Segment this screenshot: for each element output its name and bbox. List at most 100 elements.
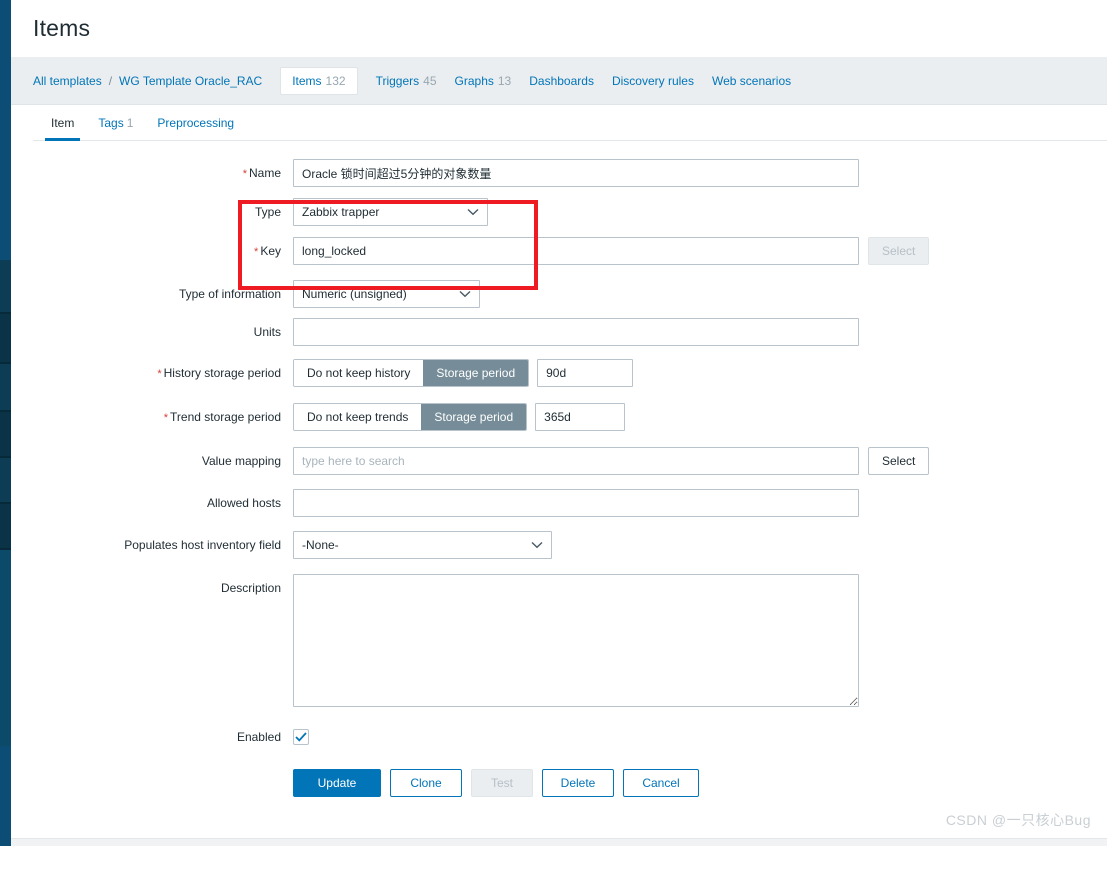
watermark: CSDN @一只核心Bug: [945, 812, 1091, 828]
breadcrumb: All templates / WG Template Oracle_RAC I…: [11, 57, 1107, 105]
check-icon: [295, 732, 307, 742]
form-row-name: * Name: [33, 159, 1107, 188]
enabled-checkbox[interactable]: [293, 729, 309, 745]
form-row-populates-host-inventory-field: Populates host inventory field -None-: [33, 531, 1107, 559]
tab-label: Tags: [98, 116, 124, 130]
history-option-storage-period[interactable]: Storage period: [423, 360, 529, 386]
type-of-information-select[interactable]: Numeric (unsigned): [293, 280, 480, 308]
label-text: Enabled: [236, 730, 281, 744]
item-form-card: Item Tags 1 Preprocessing * Name Oracle …: [33, 105, 1107, 885]
allowed-hosts-input[interactable]: [293, 489, 859, 517]
key-input[interactable]: [293, 237, 859, 265]
sidebar-segment: [0, 260, 11, 312]
populates-host-inventory-field-select-wrapper[interactable]: -None-: [293, 531, 552, 559]
form-row-allowed-hosts: Allowed hosts: [33, 489, 1107, 517]
object-tab-count: 45: [423, 73, 437, 88]
object-tab-triggers[interactable]: Triggers 45: [376, 74, 437, 88]
trend-storage-period-input[interactable]: [535, 403, 626, 431]
description-label: Description: [33, 574, 293, 602]
key-label: * Key: [33, 237, 293, 266]
label-text: Units: [253, 325, 281, 339]
required-marker: *: [157, 368, 162, 380]
object-tab-graphs[interactable]: Graphs 13: [455, 74, 512, 88]
required-marker: *: [242, 168, 247, 180]
label-text: Value mapping: [201, 454, 281, 468]
tab-count: 1: [126, 116, 134, 130]
type-of-information-select-wrapper[interactable]: Numeric (unsigned): [293, 280, 480, 308]
object-tab-count: 132: [325, 73, 346, 88]
history-storage-period-toggle[interactable]: Do not keep history Storage period: [293, 359, 530, 387]
sidebar-segment: [0, 364, 11, 410]
form-row-description: Description: [33, 574, 1107, 707]
delete-button[interactable]: Delete: [542, 769, 614, 797]
page-title: Items: [33, 15, 91, 41]
enabled-label: Enabled: [33, 723, 293, 751]
label-text: Type of information: [178, 287, 281, 301]
required-marker: *: [163, 412, 169, 424]
page-header: Items: [11, 0, 1107, 57]
value-mapping-label: Value mapping: [33, 447, 293, 475]
form-tab-bar: Item Tags 1 Preprocessing: [33, 105, 1107, 141]
sidebar-segment: [0, 120, 11, 260]
trend-option-storage-period[interactable]: Storage period: [421, 404, 527, 430]
form-row-enabled: Enabled: [33, 723, 1107, 751]
sidebar-segment: [0, 412, 11, 456]
sidebar-segment: [0, 550, 11, 746]
breadcrumb-separator: /: [108, 73, 113, 88]
populates-host-inventory-field-select[interactable]: -None-: [293, 531, 552, 559]
type-label: Type: [33, 198, 293, 226]
history-storage-period-input[interactable]: [537, 359, 634, 387]
object-tab-label: Dashboards: [529, 73, 594, 88]
object-tab-label: Graphs: [454, 73, 494, 88]
description-textarea[interactable]: [293, 574, 859, 707]
label-text: Type: [254, 205, 281, 219]
label-text: Name: [248, 166, 281, 180]
clone-button[interactable]: Clone: [390, 769, 462, 797]
label-text: Key: [260, 244, 281, 258]
sidebar-segment: [0, 0, 11, 120]
value-mapping-input[interactable]: [293, 447, 859, 475]
object-tab-count: 13: [497, 73, 512, 88]
page-container: Items All templates / WG Template Oracle…: [11, 0, 1107, 885]
object-tab-web-scenarios[interactable]: Web scenarios: [712, 74, 791, 88]
object-tab-items[interactable]: Items 132: [280, 66, 358, 95]
breadcrumb-template-name[interactable]: WG Template Oracle_RAC: [119, 74, 262, 88]
tab-item[interactable]: Item: [39, 116, 86, 141]
trend-option-do-not-keep[interactable]: Do not keep trends: [294, 404, 422, 430]
object-tab-label: Web scenarios: [711, 73, 792, 88]
sidebar-segment: [0, 458, 11, 502]
units-input[interactable]: [293, 318, 859, 346]
form-row-value-mapping: Value mapping Select: [33, 447, 1107, 475]
test-button[interactable]: Test: [471, 769, 533, 797]
breadcrumb-all-templates[interactable]: All templates: [33, 74, 102, 88]
object-tab-label: Triggers: [375, 73, 420, 88]
object-tab-dashboards[interactable]: Dashboards: [529, 74, 594, 88]
type-select-wrapper[interactable]: Zabbix trapper: [293, 198, 488, 226]
form-row-type-of-information: Type of information Numeric (unsigned): [33, 280, 1107, 308]
sidebar-segment: [0, 504, 11, 548]
tab-label: Preprocessing: [157, 116, 235, 130]
type-of-information-label: Type of information: [33, 280, 293, 308]
type-select[interactable]: Zabbix trapper: [293, 198, 488, 226]
object-tab-label: Discovery rules: [611, 73, 694, 88]
allowed-hosts-label: Allowed hosts: [33, 489, 293, 517]
name-input[interactable]: [293, 159, 859, 187]
bottom-rule: [11, 838, 1107, 846]
object-tab-discovery-rules[interactable]: Discovery rules: [612, 74, 694, 88]
populates-host-inventory-field-label: Populates host inventory field: [33, 531, 293, 559]
object-tab-label: Items: [292, 73, 322, 88]
update-button[interactable]: Update: [293, 769, 381, 797]
name-label: * Name: [33, 159, 293, 188]
form-row-key: *Key Select: [33, 237, 1107, 266]
tab-tags[interactable]: Tags 1: [86, 116, 145, 140]
value-mapping-select-button[interactable]: Select: [868, 447, 930, 475]
trend-storage-period-toggle[interactable]: Do not keep trends Storage period: [293, 403, 528, 431]
cancel-button[interactable]: Cancel: [623, 769, 699, 797]
label-text: History storage period: [163, 366, 281, 380]
sidebar-collapsed-strip[interactable]: [0, 0, 11, 846]
history-option-do-not-keep[interactable]: Do not keep history: [294, 360, 424, 386]
label-text: Trend storage period: [170, 410, 281, 424]
key-select-button[interactable]: Select: [868, 237, 930, 265]
form-row-type: Type Zabbix trapper: [33, 198, 1107, 226]
tab-preprocessing[interactable]: Preprocessing: [145, 116, 246, 140]
